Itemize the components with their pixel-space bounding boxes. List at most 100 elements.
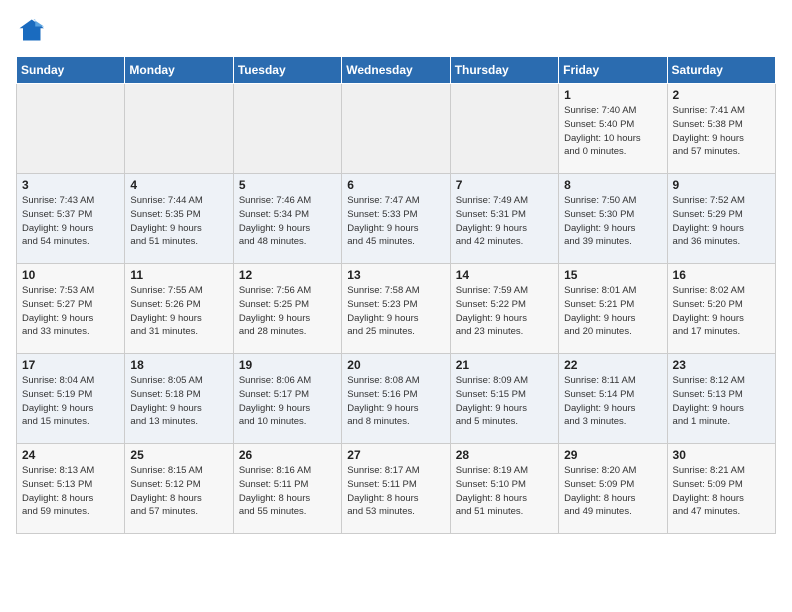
day-cell: 16 Sunrise: 8:02 AM Sunset: 5:20 PM Dayli… bbox=[667, 264, 775, 354]
day-cell: 3 Sunrise: 7:43 AM Sunset: 5:37 PM Daylig… bbox=[17, 174, 125, 264]
day-number: 9 bbox=[673, 178, 770, 192]
day-cell: 1 Sunrise: 7:40 AM Sunset: 5:40 PM Daylig… bbox=[559, 84, 667, 174]
week-row-2: 3 Sunrise: 7:43 AM Sunset: 5:37 PM Daylig… bbox=[17, 174, 776, 264]
day-info: Sunrise: 7:46 AM Sunset: 5:34 PM Dayligh… bbox=[239, 194, 336, 249]
day-cell bbox=[17, 84, 125, 174]
day-cell: 12 Sunrise: 7:56 AM Sunset: 5:25 PM Dayli… bbox=[233, 264, 341, 354]
day-cell: 14 Sunrise: 7:59 AM Sunset: 5:22 PM Dayli… bbox=[450, 264, 558, 354]
day-info: Sunrise: 7:43 AM Sunset: 5:37 PM Dayligh… bbox=[22, 194, 119, 249]
day-cell: 18 Sunrise: 8:05 AM Sunset: 5:18 PM Dayli… bbox=[125, 354, 233, 444]
day-number: 13 bbox=[347, 268, 444, 282]
day-number: 8 bbox=[564, 178, 661, 192]
week-row-5: 24 Sunrise: 8:13 AM Sunset: 5:13 PM Dayli… bbox=[17, 444, 776, 534]
day-number: 15 bbox=[564, 268, 661, 282]
day-cell: 30 Sunrise: 8:21 AM Sunset: 5:09 PM Dayli… bbox=[667, 444, 775, 534]
header-saturday: Saturday bbox=[667, 57, 775, 84]
day-info: Sunrise: 7:40 AM Sunset: 5:40 PM Dayligh… bbox=[564, 104, 661, 159]
day-cell: 29 Sunrise: 8:20 AM Sunset: 5:09 PM Dayli… bbox=[559, 444, 667, 534]
day-info: Sunrise: 8:09 AM Sunset: 5:15 PM Dayligh… bbox=[456, 374, 553, 429]
day-info: Sunrise: 8:06 AM Sunset: 5:17 PM Dayligh… bbox=[239, 374, 336, 429]
day-number: 16 bbox=[673, 268, 770, 282]
day-number: 7 bbox=[456, 178, 553, 192]
day-number: 23 bbox=[673, 358, 770, 372]
day-cell: 9 Sunrise: 7:52 AM Sunset: 5:29 PM Daylig… bbox=[667, 174, 775, 264]
day-number: 17 bbox=[22, 358, 119, 372]
week-row-4: 17 Sunrise: 8:04 AM Sunset: 5:19 PM Dayli… bbox=[17, 354, 776, 444]
day-cell: 24 Sunrise: 8:13 AM Sunset: 5:13 PM Dayli… bbox=[17, 444, 125, 534]
day-info: Sunrise: 7:58 AM Sunset: 5:23 PM Dayligh… bbox=[347, 284, 444, 339]
day-cell: 13 Sunrise: 7:58 AM Sunset: 5:23 PM Dayli… bbox=[342, 264, 450, 354]
day-info: Sunrise: 7:55 AM Sunset: 5:26 PM Dayligh… bbox=[130, 284, 227, 339]
day-number: 2 bbox=[673, 88, 770, 102]
day-number: 1 bbox=[564, 88, 661, 102]
day-cell: 21 Sunrise: 8:09 AM Sunset: 5:15 PM Dayli… bbox=[450, 354, 558, 444]
day-cell bbox=[450, 84, 558, 174]
page-header bbox=[16, 16, 776, 44]
day-number: 12 bbox=[239, 268, 336, 282]
day-cell: 17 Sunrise: 8:04 AM Sunset: 5:19 PM Dayli… bbox=[17, 354, 125, 444]
day-info: Sunrise: 8:01 AM Sunset: 5:21 PM Dayligh… bbox=[564, 284, 661, 339]
day-cell bbox=[342, 84, 450, 174]
day-number: 11 bbox=[130, 268, 227, 282]
calendar-table: SundayMondayTuesdayWednesdayThursdayFrid… bbox=[16, 56, 776, 534]
day-cell: 4 Sunrise: 7:44 AM Sunset: 5:35 PM Daylig… bbox=[125, 174, 233, 264]
day-number: 5 bbox=[239, 178, 336, 192]
day-info: Sunrise: 7:49 AM Sunset: 5:31 PM Dayligh… bbox=[456, 194, 553, 249]
day-cell: 11 Sunrise: 7:55 AM Sunset: 5:26 PM Dayli… bbox=[125, 264, 233, 354]
day-info: Sunrise: 7:47 AM Sunset: 5:33 PM Dayligh… bbox=[347, 194, 444, 249]
day-number: 10 bbox=[22, 268, 119, 282]
day-number: 18 bbox=[130, 358, 227, 372]
day-cell: 15 Sunrise: 8:01 AM Sunset: 5:21 PM Dayli… bbox=[559, 264, 667, 354]
calendar-header-row: SundayMondayTuesdayWednesdayThursdayFrid… bbox=[17, 57, 776, 84]
day-number: 27 bbox=[347, 448, 444, 462]
day-cell: 28 Sunrise: 8:19 AM Sunset: 5:10 PM Dayli… bbox=[450, 444, 558, 534]
week-row-3: 10 Sunrise: 7:53 AM Sunset: 5:27 PM Dayli… bbox=[17, 264, 776, 354]
day-number: 29 bbox=[564, 448, 661, 462]
day-info: Sunrise: 8:16 AM Sunset: 5:11 PM Dayligh… bbox=[239, 464, 336, 519]
day-info: Sunrise: 8:15 AM Sunset: 5:12 PM Dayligh… bbox=[130, 464, 227, 519]
day-number: 24 bbox=[22, 448, 119, 462]
day-info: Sunrise: 7:44 AM Sunset: 5:35 PM Dayligh… bbox=[130, 194, 227, 249]
day-cell: 6 Sunrise: 7:47 AM Sunset: 5:33 PM Daylig… bbox=[342, 174, 450, 264]
header-tuesday: Tuesday bbox=[233, 57, 341, 84]
day-cell: 8 Sunrise: 7:50 AM Sunset: 5:30 PM Daylig… bbox=[559, 174, 667, 264]
day-cell: 19 Sunrise: 8:06 AM Sunset: 5:17 PM Dayli… bbox=[233, 354, 341, 444]
day-info: Sunrise: 8:04 AM Sunset: 5:19 PM Dayligh… bbox=[22, 374, 119, 429]
day-info: Sunrise: 7:41 AM Sunset: 5:38 PM Dayligh… bbox=[673, 104, 770, 159]
header-wednesday: Wednesday bbox=[342, 57, 450, 84]
day-info: Sunrise: 8:12 AM Sunset: 5:13 PM Dayligh… bbox=[673, 374, 770, 429]
day-info: Sunrise: 8:19 AM Sunset: 5:10 PM Dayligh… bbox=[456, 464, 553, 519]
day-info: Sunrise: 8:21 AM Sunset: 5:09 PM Dayligh… bbox=[673, 464, 770, 519]
day-number: 22 bbox=[564, 358, 661, 372]
day-number: 14 bbox=[456, 268, 553, 282]
header-monday: Monday bbox=[125, 57, 233, 84]
day-info: Sunrise: 7:56 AM Sunset: 5:25 PM Dayligh… bbox=[239, 284, 336, 339]
day-cell: 26Sunrise: 8:16 AM Sunset: 5:11 PM Dayli… bbox=[233, 444, 341, 534]
day-info: Sunrise: 8:11 AM Sunset: 5:14 PM Dayligh… bbox=[564, 374, 661, 429]
day-number: 28 bbox=[456, 448, 553, 462]
day-cell bbox=[125, 84, 233, 174]
day-number: 3 bbox=[22, 178, 119, 192]
day-info: Sunrise: 8:02 AM Sunset: 5:20 PM Dayligh… bbox=[673, 284, 770, 339]
day-info: Sunrise: 7:59 AM Sunset: 5:22 PM Dayligh… bbox=[456, 284, 553, 339]
day-number: 20 bbox=[347, 358, 444, 372]
header-sunday: Sunday bbox=[17, 57, 125, 84]
logo-icon bbox=[16, 16, 44, 44]
day-cell: 10 Sunrise: 7:53 AM Sunset: 5:27 PM Dayli… bbox=[17, 264, 125, 354]
day-info: Sunrise: 8:20 AM Sunset: 5:09 PM Dayligh… bbox=[564, 464, 661, 519]
day-info: Sunrise: 7:53 AM Sunset: 5:27 PM Dayligh… bbox=[22, 284, 119, 339]
week-row-1: 1 Sunrise: 7:40 AM Sunset: 5:40 PM Daylig… bbox=[17, 84, 776, 174]
day-number: 19 bbox=[239, 358, 336, 372]
day-cell bbox=[233, 84, 341, 174]
day-number: 4 bbox=[130, 178, 227, 192]
day-cell: 7 Sunrise: 7:49 AM Sunset: 5:31 PM Daylig… bbox=[450, 174, 558, 264]
header-thursday: Thursday bbox=[450, 57, 558, 84]
day-info: Sunrise: 8:13 AM Sunset: 5:13 PM Dayligh… bbox=[22, 464, 119, 519]
day-number: 6 bbox=[347, 178, 444, 192]
day-number: 30 bbox=[673, 448, 770, 462]
day-info: Sunrise: 8:05 AM Sunset: 5:18 PM Dayligh… bbox=[130, 374, 227, 429]
day-info: Sunrise: 7:50 AM Sunset: 5:30 PM Dayligh… bbox=[564, 194, 661, 249]
day-info: Sunrise: 7:52 AM Sunset: 5:29 PM Dayligh… bbox=[673, 194, 770, 249]
day-number: 21 bbox=[456, 358, 553, 372]
day-info: Sunrise: 8:08 AM Sunset: 5:16 PM Dayligh… bbox=[347, 374, 444, 429]
